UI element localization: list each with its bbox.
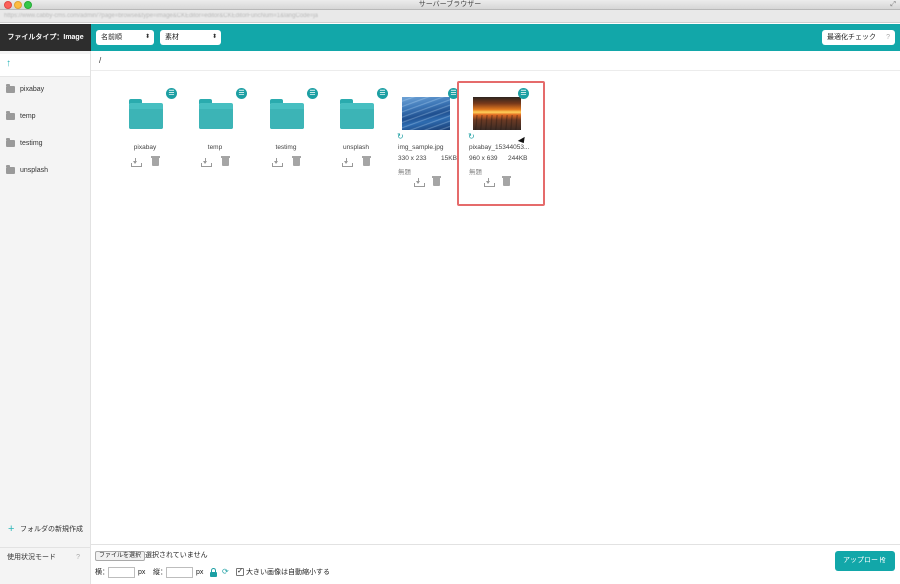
trash-icon[interactable] [292,156,301,166]
help-icon[interactable]: ? [886,30,890,45]
parent-folder-button[interactable]: ↑ [0,54,90,77]
download-icon[interactable] [131,158,142,167]
folder-icon [199,99,233,129]
item-menu-icon[interactable]: ☰ [377,88,388,99]
folder-item-testimg[interactable]: ☰ testimg [269,83,331,195]
no-file-selected-text: 選択されていません [145,552,208,559]
sidebar-item-label: unsplash [20,167,49,174]
status-bar [0,572,340,582]
trash-icon[interactable] [432,176,441,186]
usage-mode-label: 使用状況モード [7,554,56,561]
fullscreen-icon[interactable]: ⤢ [890,0,896,10]
item-menu-icon[interactable]: ☰ [236,88,247,99]
item-actions [255,156,317,168]
plus-icon: + [8,523,15,535]
breadcrumb: / [91,51,900,71]
folder-icon [340,99,374,129]
item-menu-icon[interactable]: ☰ [307,88,318,99]
image-name: img_sample.jpg [398,144,444,151]
new-folder-label: フォルダの新規作成 [20,526,83,533]
optimize-check-label: 最適化チェック [827,34,876,41]
select-arrows-icon: ⬍ [144,34,150,40]
address-bar[interactable]: https://www.cabby-cms.com/admin/?page=br… [0,10,900,23]
usage-mode-toggle[interactable]: 使用状況モード ? [0,547,90,567]
sidebar-item-label: testimg [20,140,43,147]
window-title: サーバーブラウザー [418,1,482,8]
sidebar-item-testimg[interactable]: testimg [0,134,90,154]
trash-icon[interactable] [221,156,230,166]
image-item-img-sample[interactable]: ☰ ↻ img_sample.jpg 330 x 233 15KB 無題 [394,83,459,195]
sidebar-item-label: pixabay [20,86,45,93]
folder-icon [6,84,15,93]
folder-icon [6,138,15,147]
file-type-label: ファイルタイプ：Image [0,24,91,51]
trash-icon[interactable] [151,156,160,166]
sort-select-value: 名前順 [101,34,122,41]
item-actions [114,156,176,168]
download-icon[interactable] [272,158,283,167]
folder-icon [270,99,304,129]
sidebar: ↑ pixabay temp testimg unsplash + フォルダの新… [0,51,91,584]
item-name: testimg [275,144,297,151]
select-arrows-icon: ⬍ [211,34,217,40]
item-name: temp [207,144,223,151]
item-actions [184,156,246,168]
upload-icon: ⇪ [880,556,887,565]
sidebar-item-label: temp [20,113,36,120]
address-url: https://www.cabby-cms.com/admin/?page=br… [4,13,318,19]
current-path: / [99,56,102,65]
upload-label: アップロード [843,557,885,564]
item-menu-icon[interactable]: ☰ [166,88,177,99]
optimize-check-button[interactable]: 最適化チェック ? [822,30,895,45]
item-actions [394,176,456,188]
upload-button[interactable]: アップロード ⇪ [835,551,895,571]
sort-select[interactable]: 名前順 ⬍ [96,30,154,45]
sidebar-item-temp[interactable]: temp [0,107,90,127]
folder-icon [129,99,163,129]
help-icon[interactable]: ? [76,548,80,568]
source-select[interactable]: 素材 ⬍ [160,30,221,45]
trash-icon[interactable] [362,156,371,166]
download-icon[interactable] [342,158,353,167]
folder-item-unsplash[interactable]: ☰ unsplash [339,83,401,195]
folder-item-pixabay[interactable]: ☰ pixabay [128,83,190,195]
choose-file-button[interactable]: ファイルを選択 [95,551,146,561]
download-icon[interactable] [414,178,425,187]
selection-highlight [457,81,545,206]
item-name: unsplash [342,144,370,151]
item-name: pixabay [133,144,157,151]
image-thumbnail[interactable] [402,97,450,130]
toolbar: ファイルタイプ：Image 名前順 ⬍ 素材 ⬍ 最適化チェック ? [0,24,900,51]
download-icon[interactable] [201,158,212,167]
item-actions [325,156,387,168]
source-select-value: 素材 [165,34,179,41]
image-caption[interactable]: 無題 [398,166,411,176]
image-size: 15KB [441,155,457,162]
sidebar-item-pixabay[interactable]: pixabay [0,80,90,100]
image-dimensions: 330 x 233 [398,155,427,162]
folder-icon [6,111,15,120]
window-titlebar: サーバーブラウザー ⤢ [0,0,900,10]
folder-item-temp[interactable]: ☰ temp [198,83,260,195]
folder-icon [6,165,15,174]
new-folder-button[interactable]: + フォルダの新規作成 [0,520,90,540]
refresh-icon[interactable]: ↻ [397,133,404,141]
sidebar-item-unsplash[interactable]: unsplash [0,161,90,181]
up-arrow-icon: ↑ [6,58,11,69]
